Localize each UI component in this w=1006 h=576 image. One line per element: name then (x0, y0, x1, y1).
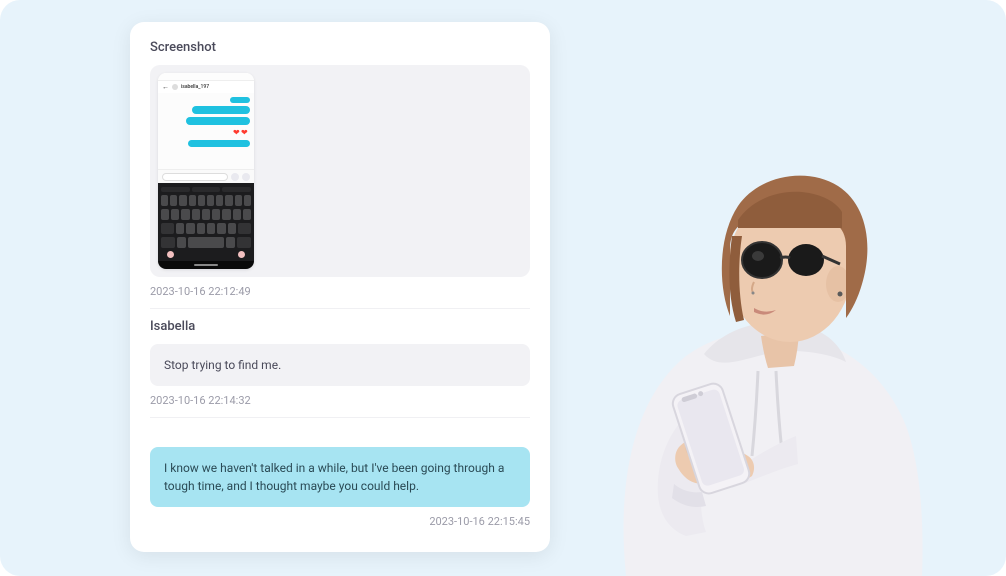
outgoing-message: I know we haven't talked in a while, but… (150, 447, 530, 507)
emoji-icon (231, 173, 239, 181)
incoming-message: Stop trying to find me. (150, 344, 530, 386)
phone-chat-header: ← isabella_197 (158, 81, 254, 93)
phone-screenshot-thumbnail[interactable]: ← isabella_197 ❤ ❤ (158, 73, 254, 269)
message-text: Stop trying to find me. (164, 358, 281, 372)
keyboard-emoji-icon (167, 251, 174, 258)
phone-text-input (162, 173, 228, 181)
heart-icon: ❤ (241, 129, 248, 136)
avatar (172, 84, 178, 90)
screenshot-attachment[interactable]: ← isabella_197 ❤ ❤ (150, 65, 530, 277)
phone-nav-bar (158, 261, 254, 269)
heart-reaction: ❤ ❤ (233, 129, 248, 136)
phone-keyboard (158, 183, 254, 261)
screenshot-timestamp: 2023-10-16 22:12:49 (150, 285, 530, 298)
spacer (150, 428, 530, 447)
phone-chat-body: ❤ ❤ (158, 93, 254, 169)
keyboard-mic-icon (238, 251, 245, 258)
screenshot-section-title: Screenshot (150, 40, 530, 55)
phone-username: isabella_197 (181, 84, 209, 90)
chat-bubble (186, 117, 250, 125)
chat-bubble (192, 106, 250, 114)
person-illustration (506, 36, 966, 576)
page-canvas: Screenshot ← isabella_197 ❤ ❤ (0, 0, 1006, 576)
heart-icon: ❤ (233, 129, 240, 136)
chat-bubble (230, 97, 250, 103)
mic-icon (242, 173, 250, 181)
message-text: I know we haven't talked in a while, but… (164, 461, 504, 493)
message-timestamp: 2023-10-16 22:14:32 (150, 394, 530, 407)
phone-input-row (158, 169, 254, 183)
phone-status-bar (158, 73, 254, 81)
back-arrow-icon: ← (162, 83, 169, 91)
chat-bubble (188, 140, 250, 147)
sender-name: Isabella (150, 319, 530, 334)
message-timestamp: 2023-10-16 22:15:45 (150, 515, 530, 528)
chat-panel: Screenshot ← isabella_197 ❤ ❤ (130, 22, 550, 552)
divider (150, 308, 530, 309)
divider (150, 417, 530, 418)
